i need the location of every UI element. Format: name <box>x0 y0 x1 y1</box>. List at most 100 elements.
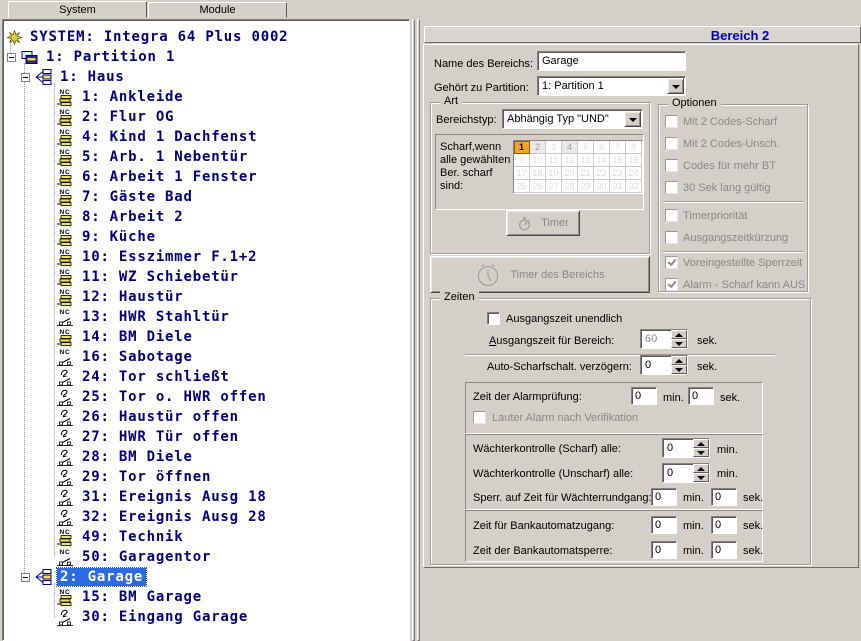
area-grid-cell[interactable]: 13 <box>578 154 594 167</box>
area-grid-cell[interactable]: 17 <box>514 167 530 180</box>
area-grid-cell[interactable]: 23 <box>610 167 626 180</box>
tree-node[interactable]: NC1: Ankleide <box>5 87 407 107</box>
area-grid-cell[interactable]: 32 <box>626 180 642 193</box>
spin-down-icon[interactable] <box>671 365 687 374</box>
tree-node[interactable]: NC7: Gäste Bad <box>5 187 407 207</box>
tab-module[interactable]: Module <box>148 2 287 18</box>
spinner-buttons[interactable] <box>671 356 687 374</box>
tree-node[interactable]: NC10: Esszimmer F.1+2 <box>5 247 407 267</box>
area-grid-cell[interactable]: 18 <box>530 167 546 180</box>
guard-bypass-sec-input[interactable]: 0 <box>711 488 737 506</box>
area-grid-cell[interactable]: 11 <box>546 154 562 167</box>
area-grid-cell[interactable]: 8 <box>626 141 642 154</box>
exit-time-spinner[interactable]: 60 <box>640 329 688 349</box>
tree-node-label: 30: Eingang Garage <box>79 608 251 626</box>
tree-node[interactable]: NC13: HWR Stahltür <box>5 307 407 327</box>
guard-bypass-min-input[interactable]: 0 <box>651 488 677 506</box>
chevron-down-icon[interactable] <box>624 111 641 127</box>
area-grid-cell[interactable]: 3 <box>546 141 562 154</box>
tree-node[interactable]: NC6: Arbeit 1 Fenster <box>5 167 407 187</box>
tree-node[interactable]: NC5: Arb. 1 Nebentür <box>5 147 407 167</box>
atm-access-sec-input[interactable]: 0 <box>711 516 737 534</box>
tree-node[interactable]: 25: Tor o. HWR offen <box>5 387 407 407</box>
tree-node[interactable]: 24: Tor schließt <box>5 367 407 387</box>
tree-expander-icon[interactable] <box>21 73 30 82</box>
area-grid-cell[interactable]: 5 <box>578 141 594 154</box>
area-grid-cell[interactable]: 7 <box>610 141 626 154</box>
area-grid-cell[interactable]: 6 <box>594 141 610 154</box>
chevron-down-icon[interactable] <box>667 78 684 94</box>
auto-arm-delay-spinner[interactable]: 0 <box>640 355 688 375</box>
area-grid-cell[interactable]: 14 <box>594 154 610 167</box>
spin-up-icon[interactable] <box>693 439 709 448</box>
tree-node[interactable]: 1: Partition 1 <box>5 47 407 67</box>
spin-up-icon[interactable] <box>671 330 687 339</box>
spin-down-icon[interactable] <box>671 339 687 348</box>
tree-node[interactable]: 31: Ereignis Ausg 18 <box>5 487 407 507</box>
area-grid-cell[interactable]: 15 <box>610 154 626 167</box>
infinite-exit-time-checkbox[interactable] <box>487 312 500 325</box>
partition-dropdown[interactable]: 1: Partition 1 <box>537 76 686 96</box>
area-grid-cell[interactable]: 2 <box>530 141 546 154</box>
spinner-buttons[interactable] <box>671 330 687 348</box>
tree-node[interactable]: NC9: Küche <box>5 227 407 247</box>
tree-node[interactable]: NC12: Haustür <box>5 287 407 307</box>
tree-node[interactable]: 2: Garage <box>5 567 407 587</box>
area-grid-cell[interactable]: 4 <box>562 141 578 154</box>
tree-node[interactable]: SYSTEM: Integra 64 Plus 0002 <box>5 27 407 47</box>
tab-system[interactable]: System <box>8 1 147 18</box>
area-grid-cell[interactable]: 19 <box>546 167 562 180</box>
tree-node[interactable]: NC14: BM Diele <box>5 327 407 347</box>
tree-expander-icon[interactable] <box>7 53 16 62</box>
spinner-buttons[interactable] <box>693 439 709 457</box>
alarm-verify-min-input[interactable]: 0 <box>631 387 657 405</box>
tree-node[interactable]: 26: Haustür offen <box>5 407 407 427</box>
spinner-buttons[interactable] <box>693 464 709 482</box>
spin-down-icon[interactable] <box>693 473 709 482</box>
atm-lock-min-input[interactable]: 0 <box>651 541 677 559</box>
tree-node[interactable]: NC50: Garagentor <box>5 547 407 567</box>
tree-node[interactable]: NC2: Flur OG <box>5 107 407 127</box>
tree-node[interactable]: NC49: Technik <box>5 527 407 547</box>
area-grid-cell[interactable]: 12 <box>562 154 578 167</box>
tree-node[interactable]: 32: Ereignis Ausg 28 <box>5 507 407 527</box>
area-name-input[interactable]: Garage <box>537 51 686 71</box>
atm-lock-sec-input[interactable]: 0 <box>711 541 737 559</box>
spin-down-icon[interactable] <box>693 448 709 457</box>
area-grid-cell[interactable]: 20 <box>562 167 578 180</box>
tree-node[interactable]: 28: BM Diele <box>5 447 407 467</box>
area-grid-cell[interactable]: 24 <box>626 167 642 180</box>
area-grid-cell[interactable]: 9 <box>514 154 530 167</box>
tree-node[interactable]: NC15: BM Garage <box>5 587 407 607</box>
area-grid-cell[interactable]: 28 <box>562 180 578 193</box>
area-grid-cell[interactable]: 26 <box>530 180 546 193</box>
guard-disarmed-spinner[interactable]: 0 <box>662 463 710 483</box>
area-grid-cell[interactable]: 27 <box>546 180 562 193</box>
area-grid-cell[interactable]: 30 <box>594 180 610 193</box>
area-grid-cell[interactable]: 22 <box>594 167 610 180</box>
area-grid-cell[interactable]: 16 <box>626 154 642 167</box>
tree-node[interactable]: 29: Tor öffnen <box>5 467 407 487</box>
tree-node[interactable]: NC4: Kind 1 Dachfenst <box>5 127 407 147</box>
area-grid-cell[interactable]: 25 <box>514 180 530 193</box>
area-grid-cell[interactable]: 31 <box>610 180 626 193</box>
tree-node[interactable]: NC11: WZ Schiebetür <box>5 267 407 287</box>
tree-node[interactable]: 30: Eingang Garage <box>5 607 407 627</box>
alarm-verify-sec-input[interactable]: 0 <box>688 387 714 405</box>
area-grid-cell[interactable]: 10 <box>530 154 546 167</box>
area-grid-cell[interactable]: 1 <box>514 141 530 154</box>
splitter-bar[interactable] <box>412 19 415 641</box>
tree-node[interactable]: NC16: Sabotage <box>5 347 407 367</box>
spin-up-icon[interactable] <box>693 464 709 473</box>
tree-expander-icon[interactable] <box>21 573 30 582</box>
spin-up-icon[interactable] <box>671 356 687 365</box>
area-grid-cell[interactable]: 29 <box>578 180 594 193</box>
atm-access-min-input[interactable]: 0 <box>651 516 677 534</box>
tree-node[interactable]: NC8: Arbeit 2 <box>5 207 407 227</box>
area-grid-cell[interactable]: 21 <box>578 167 594 180</box>
tree-node[interactable]: 1: Haus <box>5 67 407 87</box>
guard-armed-spinner[interactable]: 0 <box>662 438 710 458</box>
splitter-bar[interactable] <box>417 19 420 641</box>
area-type-dropdown[interactable]: Abhängig Typ "UND" <box>502 109 643 129</box>
tree-node[interactable]: 27: HWR Tür offen <box>5 427 407 447</box>
